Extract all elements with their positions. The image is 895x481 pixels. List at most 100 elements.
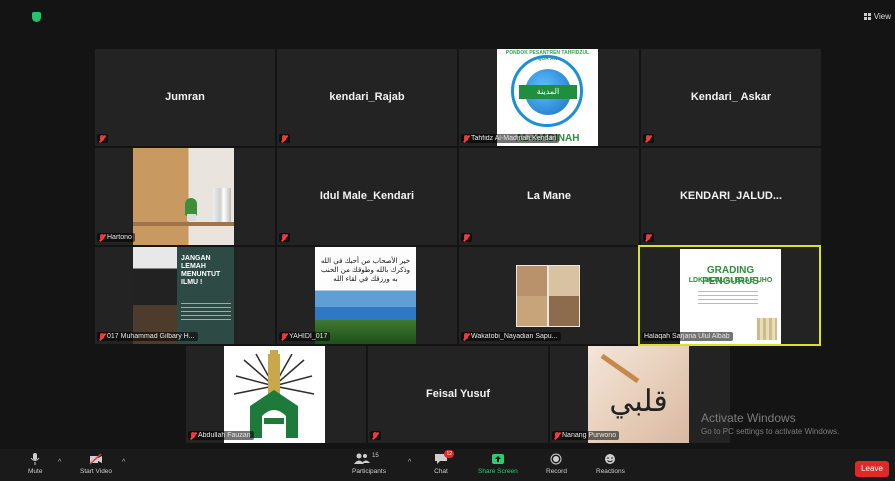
mic-muted-icon xyxy=(281,135,287,142)
record-button[interactable]: Record xyxy=(546,453,567,475)
participants-count: 15 xyxy=(371,453,379,459)
participants-button[interactable]: 15 Participants xyxy=(352,453,386,475)
participant-label xyxy=(461,233,472,242)
participant-name: Feisal Yusuf xyxy=(426,388,490,400)
mic-muted-icon xyxy=(463,333,469,340)
mic-muted-icon xyxy=(99,234,105,241)
participant-label-text: 017 Muhammad Gilbary H... xyxy=(107,333,195,340)
calligraphy-text: قلبي xyxy=(609,384,668,419)
participant-label xyxy=(279,134,290,143)
mic-muted-icon xyxy=(645,234,651,241)
collage-photo xyxy=(549,296,579,326)
participant-name: Idul Male_Kendari xyxy=(319,190,415,202)
watermark-title: Activate Windows xyxy=(701,411,796,425)
participant-label xyxy=(643,233,654,242)
participant-label-text: Halaqah Sarjana Ulul Albab xyxy=(644,333,730,340)
view-button[interactable]: View xyxy=(863,12,891,21)
tools-collage-image xyxy=(516,265,580,327)
collage-photo xyxy=(549,266,579,296)
participant-label: Tahfidz Al-Madinah Kendari xyxy=(461,134,560,143)
pesantren-logo-image: PONDOK PESANTREN TAHFIDZUL QUR'AN المدين… xyxy=(497,49,598,146)
participant-tile-tahfidz[interactable]: PONDOK PESANTREN TAHFIDZUL QUR'AN المدين… xyxy=(459,49,639,146)
room-background-image xyxy=(133,148,234,245)
arabic-quote-landscape-image: خير الأصحاب من أحبك في الله وذكرك بالله … xyxy=(315,247,416,344)
person-figure xyxy=(133,247,177,344)
participant-tile-feisal[interactable]: Feisal Yusuf xyxy=(368,346,548,443)
participant-name: La Mane xyxy=(526,190,571,202)
zoom-meeting-window: View Jumran kendari_Rajab PONDOK PESANTR… xyxy=(0,0,895,481)
chat-button[interactable]: 12 Chat xyxy=(434,450,454,475)
mic-muted-icon xyxy=(190,432,196,439)
participant-tile-gilbary[interactable]: JANGAN LEMAH MENUNTUT ILMU ! 017 Muhamma… xyxy=(95,247,275,344)
participant-name: Kendari_ Askar xyxy=(690,91,772,103)
participant-label: YAHIDI_017 xyxy=(279,332,331,341)
collage-photo xyxy=(517,266,547,296)
mic-muted-icon xyxy=(281,333,287,340)
poster-text: JANGAN LEMAH MENUNTUT ILMU ! xyxy=(181,255,221,286)
video-options-caret-icon[interactable]: ^ xyxy=(122,459,125,466)
mic-muted-icon xyxy=(554,432,560,439)
participant-label xyxy=(97,134,108,143)
participant-tile-yahidi[interactable]: خير الأصحاب من أحبك في الله وذكرك بالله … xyxy=(277,247,457,344)
arabic-quote-text: خير الأصحاب من أحبك في الله وذكرك بالله … xyxy=(320,257,411,283)
mic-muted-icon xyxy=(463,234,469,241)
mic-muted-icon xyxy=(99,333,105,340)
presentation-slide-image: GRADING PENGURUS LDK ULUL ALBAAB UHO xyxy=(680,249,781,344)
chat-badge: 12 xyxy=(444,450,454,458)
top-bar: View xyxy=(0,0,895,34)
participant-label xyxy=(370,431,381,440)
chat-icon: 12 xyxy=(434,450,454,465)
participant-tile-hartono[interactable]: Hartono xyxy=(95,148,275,245)
reactions-label: Reactions xyxy=(596,468,625,475)
collage-photo xyxy=(517,296,547,326)
participant-label-text: YAHIDI_017 xyxy=(289,333,328,340)
microphone-icon xyxy=(28,453,42,465)
participant-label-text: Abdullah Fauzan xyxy=(198,432,251,439)
start-video-label: Start Video xyxy=(80,468,113,475)
start-video-button[interactable]: Start Video xyxy=(80,453,112,475)
leave-button[interactable]: Leave xyxy=(855,461,889,477)
participants-caret-icon[interactable]: ^ xyxy=(408,459,411,466)
participant-label: Abdullah Fauzan xyxy=(188,431,254,440)
mic-muted-icon xyxy=(99,135,105,142)
participant-tile-halaqah-active-speaker[interactable]: GRADING PENGURUS LDK ULUL ALBAAB UHO Hal… xyxy=(638,245,821,346)
gallery-grid-icon xyxy=(863,13,871,20)
reactions-button[interactable]: Reactions xyxy=(596,453,625,475)
building-graphic xyxy=(757,318,777,340)
emblem-image xyxy=(224,346,325,443)
view-label: View xyxy=(873,12,891,21)
participant-tile-wakatobi[interactable]: Wakatobi_Nayadian Sapu... xyxy=(459,247,639,344)
participant-label: Hartono xyxy=(97,233,135,242)
mic-muted-icon xyxy=(463,135,469,142)
pen-graphic xyxy=(600,353,640,384)
participant-tile-jumran[interactable]: Jumran xyxy=(95,49,275,146)
activate-windows-watermark: Activate Windows Go to PC settings to ac… xyxy=(701,411,839,436)
jangan-lemah-poster-image: JANGAN LEMAH MENUNTUT ILMU ! xyxy=(133,247,234,344)
slide-body-lines xyxy=(698,291,758,305)
books xyxy=(213,188,231,222)
chat-label: Chat xyxy=(434,468,448,475)
participant-label: Nanang Purwono xyxy=(552,431,620,440)
participant-tile-kendari-askar[interactable]: Kendari_ Askar xyxy=(641,49,821,146)
participant-tile-jalud[interactable]: KENDARI_JALUD... xyxy=(641,148,821,245)
record-icon xyxy=(549,453,563,465)
participant-tile-abdullah[interactable]: Abdullah Fauzan xyxy=(186,346,366,443)
calligraphy-image: قلبي xyxy=(588,346,689,443)
participant-tile-idul[interactable]: Idul Male_Kendari xyxy=(277,148,457,245)
participant-tile-kendari-rajab[interactable]: kendari_Rajab xyxy=(277,49,457,146)
participant-label: Halaqah Sarjana Ulul Albab xyxy=(642,332,733,341)
poster-small-text xyxy=(181,303,231,323)
participant-name: KENDARI_JALUD... xyxy=(679,190,783,202)
pot xyxy=(187,214,196,221)
participant-label-text: Hartono xyxy=(107,234,132,241)
shelf xyxy=(133,222,234,226)
participant-tile-la-mane[interactable]: La Mane xyxy=(459,148,639,245)
participant-label: Wakatobi_Nayadian Sapu... xyxy=(461,332,561,341)
mute-label: Mute xyxy=(28,468,43,475)
mic-muted-icon xyxy=(645,135,651,142)
share-screen-button[interactable]: Share Screen xyxy=(478,453,518,475)
audio-options-caret-icon[interactable]: ^ xyxy=(58,459,61,466)
participants-label: Participants xyxy=(352,468,386,475)
mute-button[interactable]: Mute xyxy=(28,453,42,475)
security-shield-icon[interactable] xyxy=(32,12,41,22)
